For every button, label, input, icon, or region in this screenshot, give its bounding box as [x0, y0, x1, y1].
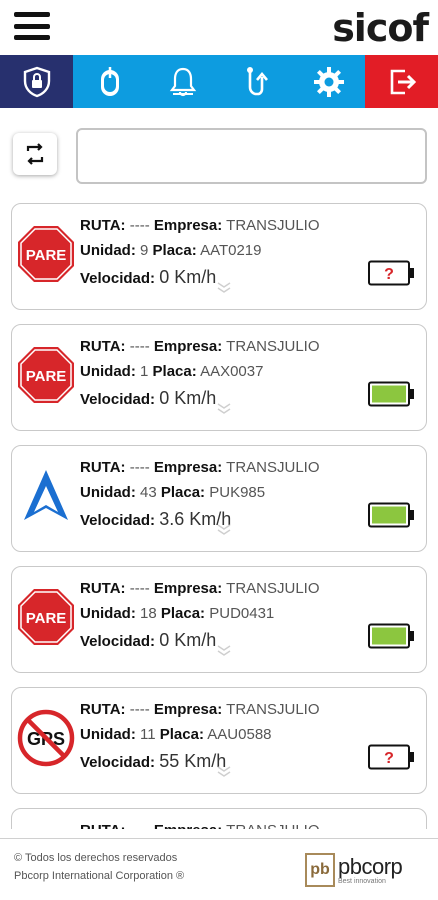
- velocidad-value: 0 Km/h: [159, 388, 217, 408]
- unidad-value: 9: [140, 242, 149, 259]
- stop-sign-icon: PARE: [16, 587, 76, 647]
- empresa-label: Empresa:: [153, 701, 223, 718]
- top-bar: sicof: [0, 0, 438, 55]
- unidad-label: Unidad:: [80, 605, 136, 622]
- tab-security[interactable]: [0, 55, 73, 108]
- velocidad-value: 0 Km/h: [159, 630, 217, 650]
- ruta-value: ----: [129, 580, 150, 597]
- battery-full-icon: [368, 623, 416, 649]
- refresh-icon: [26, 143, 44, 165]
- shield-lock-icon: [23, 66, 50, 97]
- nav-bar: [0, 55, 438, 108]
- vehicle-card[interactable]: PARE RUTA: ---- Empresa: TRANSJULIO Unid…: [11, 566, 427, 673]
- empresa-value: TRANSJULIO: [226, 701, 320, 718]
- company-text: Pbcorp International Corporation ®: [14, 870, 185, 882]
- chevron-down-icon[interactable]: [216, 523, 232, 537]
- mouse-icon: [100, 66, 119, 96]
- ruta-label: RUTA:: [80, 459, 126, 476]
- unidad-value: 18: [140, 605, 157, 622]
- unidad-label: Unidad:: [80, 726, 136, 743]
- search-input[interactable]: [76, 128, 427, 184]
- placa-value: PUK985: [209, 484, 266, 501]
- vehicle-card[interactable]: PARE RUTA: ---- Empresa: TRANSJULIO Unid…: [11, 324, 427, 431]
- velocidad-label: Velocidad:: [80, 633, 156, 650]
- no-gps-icon: GPS: [16, 708, 76, 768]
- battery-full-icon: [368, 502, 416, 528]
- chevron-down-icon[interactable]: [216, 402, 232, 416]
- empresa-label: Empresa:: [153, 459, 223, 476]
- empresa-label: Empresa:: [153, 217, 223, 234]
- unidad-label: Unidad:: [80, 363, 136, 380]
- refresh-button[interactable]: [13, 133, 57, 175]
- pbcorp-logo-tagline: Best innovation: [338, 877, 386, 885]
- route-icon: [246, 66, 268, 95]
- svg-text:PARE: PARE: [26, 610, 67, 627]
- ruta-value: ----: [129, 459, 150, 476]
- svg-text:PARE: PARE: [26, 247, 67, 264]
- exit-icon: [390, 69, 416, 94]
- ruta-label: RUTA:: [80, 338, 126, 355]
- hamburger-icon[interactable]: [14, 12, 50, 40]
- velocidad-label: Velocidad:: [80, 754, 156, 771]
- stop-sign-icon: PARE: [16, 345, 76, 405]
- stop-sign-icon: PARE: [16, 224, 76, 284]
- svg-text:PARE: PARE: [26, 368, 67, 385]
- placa-value: AAT0219: [200, 242, 262, 259]
- empresa-value: TRANSJULIO: [226, 338, 320, 355]
- placa-label: Placa:: [152, 363, 197, 380]
- battery-full-icon: [368, 381, 416, 407]
- placa-label: Placa:: [159, 726, 204, 743]
- empresa-label: Empresa:: [153, 338, 223, 355]
- ruta-value: ----: [129, 338, 150, 355]
- ruta-label: RUTA:: [80, 217, 126, 234]
- footer-divider: [0, 838, 438, 839]
- gear-icon: [313, 66, 344, 97]
- velocidad-label: Velocidad:: [80, 270, 156, 287]
- svg-text:?: ?: [384, 750, 394, 767]
- placa-label: Placa:: [152, 242, 197, 259]
- pbcorp-logo: pb pbcorp Best innovation: [305, 851, 427, 889]
- unidad-value: 43: [140, 484, 157, 501]
- placa-label: Placa:: [160, 484, 206, 501]
- chevron-down-icon[interactable]: [216, 281, 232, 295]
- battery-unknown-icon: ?: [368, 260, 416, 286]
- unidad-value: 11: [140, 726, 156, 743]
- tab-vehicles[interactable]: [73, 55, 146, 108]
- brand-logo: sicof: [332, 6, 429, 50]
- placa-value: AAU0588: [207, 726, 272, 743]
- ruta-label: RUTA:: [80, 701, 126, 718]
- unidad-value: 1: [140, 363, 149, 380]
- velocidad-label: Velocidad:: [80, 512, 156, 529]
- empresa-value: TRANSJULIO: [226, 459, 320, 476]
- svg-text:?: ?: [384, 266, 394, 283]
- empresa-value: TRANSJULIO: [226, 580, 320, 597]
- unidad-label: Unidad:: [80, 484, 136, 501]
- copyright-text: © Todos los derechos reservados: [14, 852, 178, 864]
- ruta-value: ----: [129, 701, 150, 718]
- navigation-arrow-icon: [16, 466, 76, 526]
- tab-alerts[interactable]: [146, 55, 219, 108]
- velocidad-label: Velocidad:: [80, 391, 156, 408]
- velocidad-value: 0 Km/h: [159, 267, 217, 287]
- bell-icon: [169, 67, 196, 96]
- placa-label: Placa:: [160, 605, 206, 622]
- vehicle-card[interactable]: GPS RUTA: ---- Empresa: TRANSJULIO Unida…: [11, 687, 427, 794]
- empresa-value: TRANSJULIO: [226, 217, 320, 234]
- placa-value: AAX0037: [200, 363, 264, 380]
- tab-routes[interactable]: [219, 55, 292, 108]
- tab-settings[interactable]: [292, 55, 365, 108]
- chevron-down-icon[interactable]: [216, 644, 232, 658]
- vehicle-card[interactable]: PARE RUTA: ---- Empresa: TRANSJULIO Unid…: [11, 203, 427, 310]
- pbcorp-logo-mark: pb: [305, 853, 335, 887]
- vehicle-card[interactable]: RUTA: ---- Empresa: TRANSJULIO Unidad: 4…: [11, 445, 427, 552]
- empresa-label: Empresa:: [153, 580, 223, 597]
- pbcorp-logo-name: pbcorp: [338, 853, 403, 879]
- placa-value: PUD0431: [209, 605, 275, 622]
- ruta-value: ----: [129, 217, 150, 234]
- chevron-down-icon[interactable]: [216, 765, 232, 779]
- ruta-label: RUTA:: [80, 580, 126, 597]
- unidad-label: Unidad:: [80, 242, 136, 259]
- tab-logout[interactable]: [365, 55, 438, 108]
- battery-unknown-icon: ?: [368, 744, 416, 770]
